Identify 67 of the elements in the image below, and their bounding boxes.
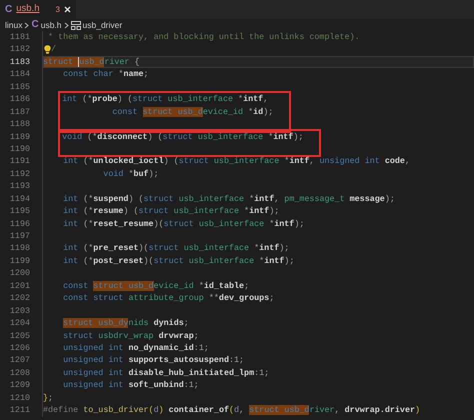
close-icon[interactable] (64, 6, 71, 13)
code-line: int (*unlocked_ioctl) (struct usb_interface *intf, unsigned int code, (62, 155, 411, 168)
chevron-icon (24, 22, 30, 28)
code-line: struct usb_dynids dynids; (62, 317, 190, 330)
line-number: 1205 (8, 330, 30, 342)
code-line: unsigned int soft_unbind:1; (62, 379, 200, 392)
problem-count: 3 (55, 4, 60, 16)
breadcrumb-item[interactable]: usb.h (40, 18, 62, 32)
code-line: struct usbdrv_wrap drvwrap; (62, 330, 200, 342)
line-number: 1183 (8, 56, 30, 68)
c-file-icon: C (5, 4, 12, 14)
line-number: 1197 (8, 230, 30, 242)
line-number: 1190 (8, 142, 30, 156)
line-number: 1184 (8, 68, 30, 81)
line-number: 1187 (8, 106, 30, 118)
editor-tab[interactable]: C usb.h 3 (0, 0, 76, 19)
code-line: unsigned int supports_autosuspend:1; (62, 354, 246, 367)
line-number: 1207 (8, 354, 30, 367)
code-line: const char *name; (62, 68, 150, 81)
line-number: 1186 (8, 93, 30, 106)
line-number: 1195 (8, 205, 30, 218)
line-number: 1210 (8, 392, 30, 404)
line-number: 1193 (8, 180, 30, 193)
line-number: 1191 (8, 155, 30, 168)
lightbulb-icon[interactable] (44, 45, 51, 54)
line-number: 1198 (8, 242, 30, 255)
code-line: void *buf); (102, 168, 160, 180)
code-line: void (*disconnect) (struct usb_interface *intf); (61, 130, 304, 143)
code-line: int (*suspend) (struct usb_interface *intf, pm_message_t message); (62, 192, 396, 206)
code-line: unsigned int no_dynamic_id:1; (62, 342, 210, 354)
code-line: int (*reset_resume)(struct usb_interface *intf); (62, 218, 306, 230)
code-line: int (*post_reset)(struct usb_interface *intf); (62, 254, 296, 268)
line-number: 1209 (8, 379, 30, 392)
code-line: const struct usb_device_id *id_table; (62, 280, 250, 292)
code-line: const struct usb_device_id *id); (111, 106, 274, 118)
breadcrumb-item[interactable]: usb_driver (82, 18, 122, 32)
line-number: 1204 (8, 317, 30, 330)
code-line: int (*resume) (struct usb_interface *intf); (62, 205, 280, 218)
line-number: 1192 (8, 168, 30, 180)
line-number: 1208 (8, 366, 30, 380)
line-number: 1201 (8, 280, 30, 292)
chevron-icon (64, 22, 69, 28)
line-number: 1196 (8, 218, 30, 230)
c-file-icon: C (31, 20, 39, 30)
line-number: 1189 (8, 130, 30, 143)
code-line: #define to_usb_driver(d) container_of(d, struct usb_driver, drvwrap.driver) (43, 404, 422, 417)
line-number: 1194 (8, 192, 30, 206)
line-number: 1206 (8, 342, 30, 354)
line-number: 1199 (8, 254, 30, 268)
line-number: 1182 (8, 43, 30, 56)
line-number: 1203 (8, 304, 30, 318)
line-number: 1200 (8, 267, 30, 280)
breadcrumb-item[interactable]: linux (5, 18, 22, 32)
line-number: 1181 (8, 31, 30, 44)
struct-icon (70, 20, 81, 30)
code-line: unsigned int disable_hub_initiated_lpm:1; (62, 366, 270, 380)
line-number: 1211 (8, 404, 30, 417)
code-line: * them as necessary, and blocking until the unlinks complete). (47, 31, 361, 44)
code-line: const struct attribute_group **dev_groups; (62, 292, 276, 305)
code-line: int (*pre_reset)(struct usb_interface *intf); (62, 242, 290, 255)
code-line: / (51, 43, 58, 56)
line-number: 1185 (8, 80, 30, 94)
line-number: 1188 (8, 118, 30, 130)
code-line: int (*probe) (struct usb_interface *intf, (61, 93, 270, 106)
code-line: }; (43, 392, 54, 404)
line-number: 1202 (8, 292, 30, 305)
tab-label: usb.h (16, 2, 40, 16)
